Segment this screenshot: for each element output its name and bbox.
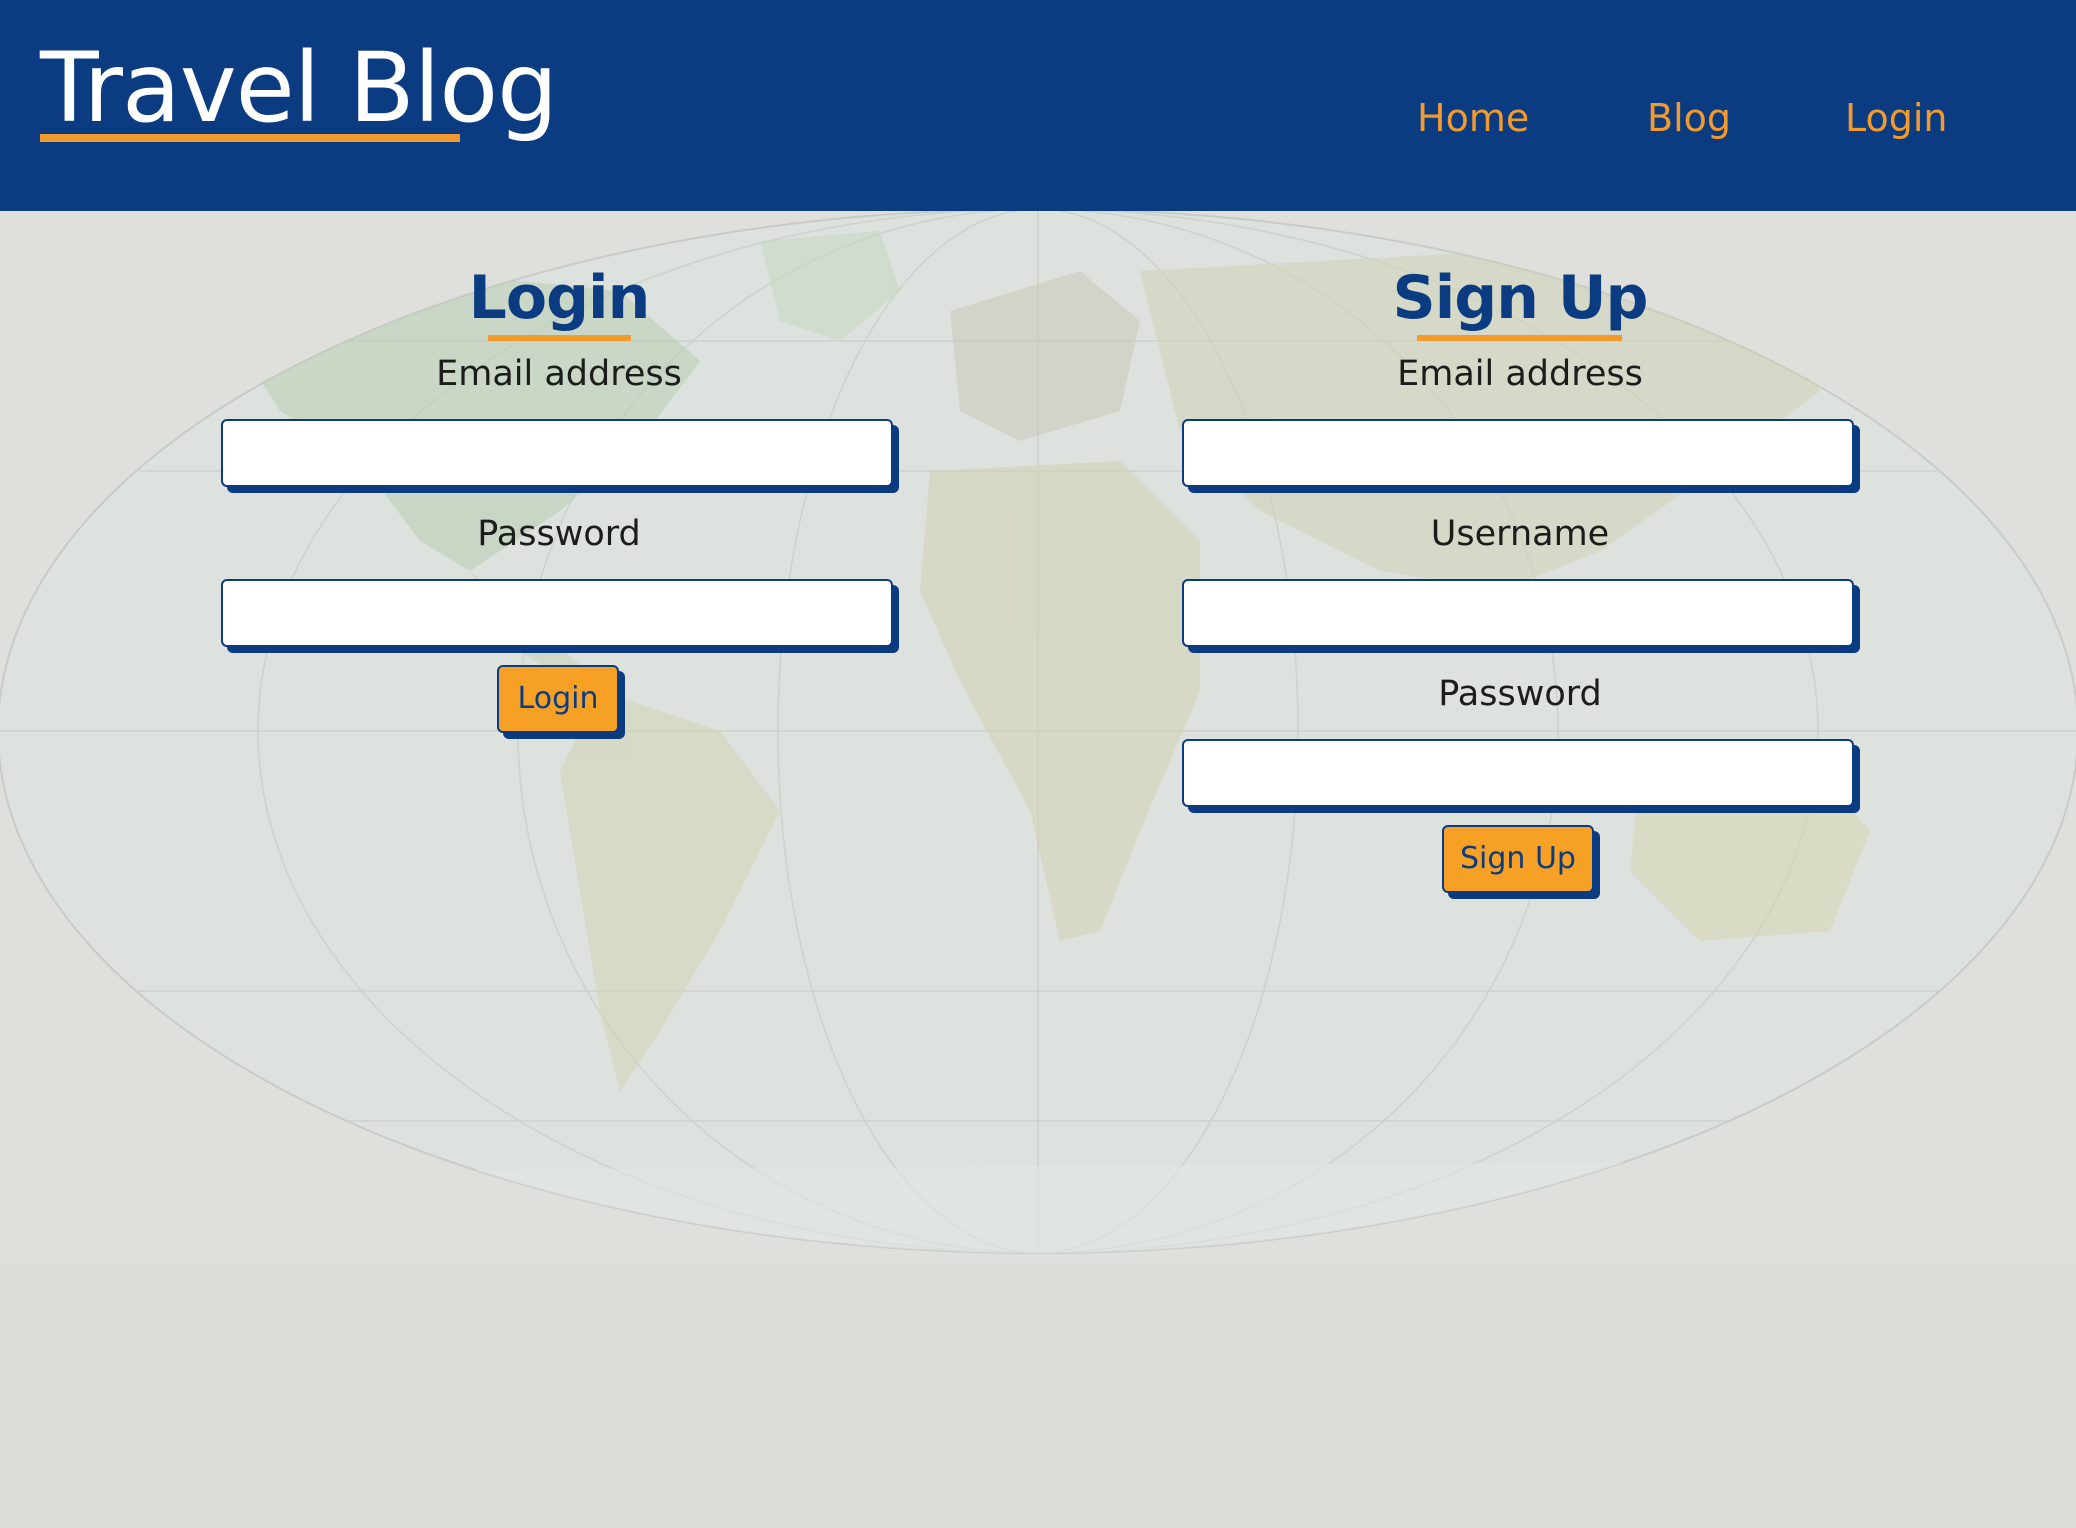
signup-email-input[interactable] (1182, 419, 1854, 487)
site-header: Travel Blog Home Blog Login (0, 0, 2076, 211)
signup-password-label: Password (1438, 674, 1602, 714)
nav-blog-link[interactable]: Blog (1647, 96, 1731, 140)
signup-password-input[interactable] (1182, 739, 1854, 807)
signup-username-input[interactable] (1182, 579, 1854, 647)
site-title[interactable]: Travel Blog (40, 40, 558, 136)
nav-login-link[interactable]: Login (1845, 96, 1948, 140)
login-email-label: Email address (436, 354, 682, 394)
login-password-label: Password (477, 514, 641, 554)
signup-username-label: Username (1430, 514, 1610, 554)
nav-home-link[interactable]: Home (1417, 96, 1529, 140)
login-heading: Login (468, 263, 651, 333)
signup-submit-button[interactable]: Sign Up (1442, 825, 1594, 893)
signup-email-label: Email address (1397, 354, 1643, 394)
site-title-underline (40, 134, 460, 142)
login-email-input[interactable] (221, 419, 893, 487)
login-heading-underline (488, 335, 631, 341)
signup-heading: Sign Up (1392, 263, 1648, 333)
login-submit-button[interactable]: Login (497, 665, 619, 733)
login-password-input[interactable] (221, 579, 893, 647)
signup-heading-underline (1417, 335, 1622, 341)
